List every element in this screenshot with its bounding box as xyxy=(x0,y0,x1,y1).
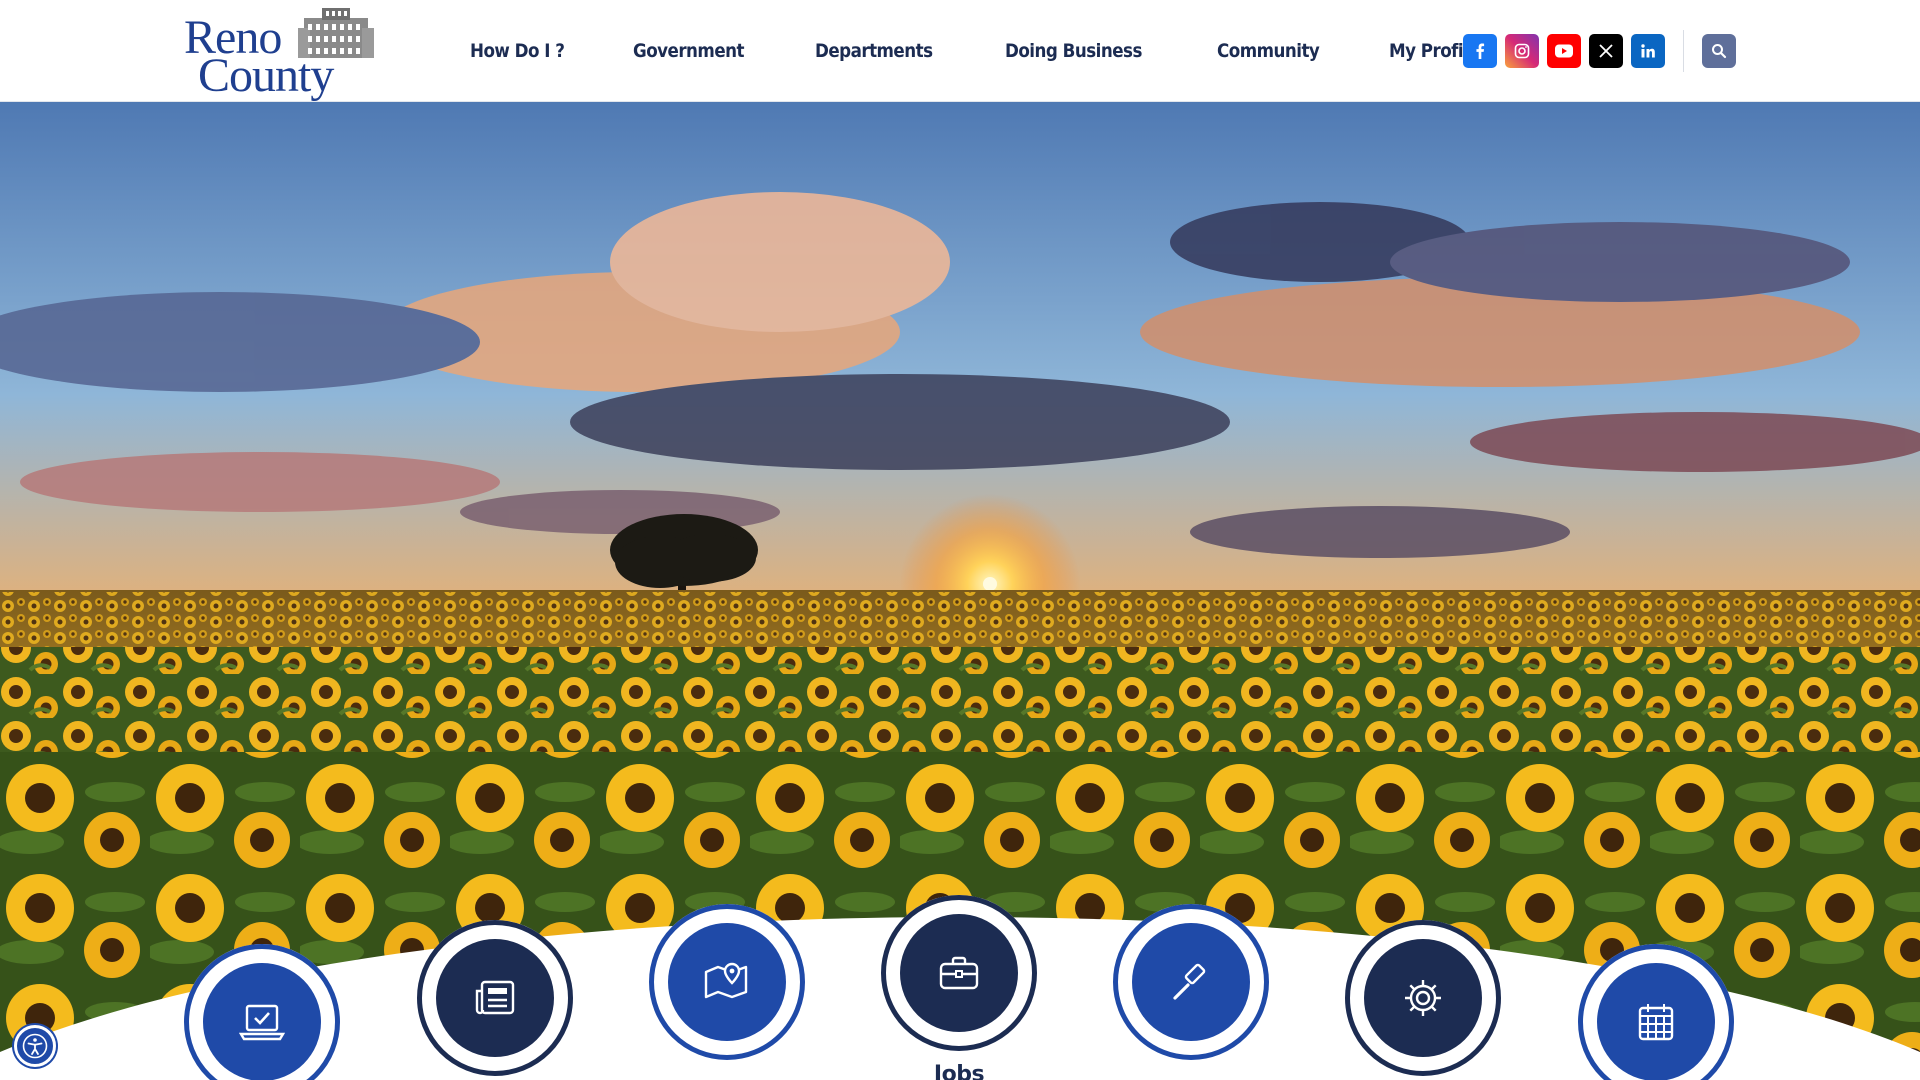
quick-link-jobs-label[interactable]: Jobs xyxy=(859,1062,1059,1080)
nav-doing-business[interactable]: Doing Business xyxy=(1005,40,1142,62)
accessibility-icon[interactable] xyxy=(14,1025,56,1067)
x-twitter-icon[interactable] xyxy=(1589,34,1623,68)
nav-departments[interactable]: Departments xyxy=(815,40,933,62)
map-pin-icon xyxy=(704,962,748,999)
calendar-icon xyxy=(1638,1004,1674,1041)
gear-icon xyxy=(1405,980,1441,1016)
reno-county-logo[interactable]: Reno County xyxy=(180,4,380,100)
quick-link-services[interactable] xyxy=(1345,920,1501,1076)
main-navigation: How Do I ? Government Departments Doing … xyxy=(470,0,1547,102)
gavel-icon xyxy=(1173,963,1206,1000)
youtube-icon[interactable] xyxy=(1547,34,1581,68)
briefcase-icon xyxy=(939,956,979,990)
nav-how-do-i[interactable]: How Do I ? xyxy=(470,40,565,62)
newspaper-icon xyxy=(475,980,515,1015)
header-divider xyxy=(1683,30,1684,72)
nav-community[interactable]: Community xyxy=(1217,40,1320,62)
logo-text-county: County xyxy=(198,49,334,102)
quick-link-courts[interactable] xyxy=(1113,904,1269,1060)
linkedin-icon[interactable] xyxy=(1631,34,1665,68)
nav-government[interactable]: Government xyxy=(633,40,745,62)
search-icon[interactable] xyxy=(1702,34,1736,68)
quick-link-maps[interactable] xyxy=(649,904,805,1060)
laptop-check-icon xyxy=(239,1004,285,1041)
facebook-icon[interactable] xyxy=(1463,34,1497,68)
instagram-icon[interactable] xyxy=(1505,34,1539,68)
site-header: Reno County How Do I ? Government Depart… xyxy=(0,0,1920,102)
quick-link-news[interactable] xyxy=(417,920,573,1076)
quick-link-jobs[interactable] xyxy=(881,895,1037,1051)
social-links xyxy=(1463,34,1673,68)
